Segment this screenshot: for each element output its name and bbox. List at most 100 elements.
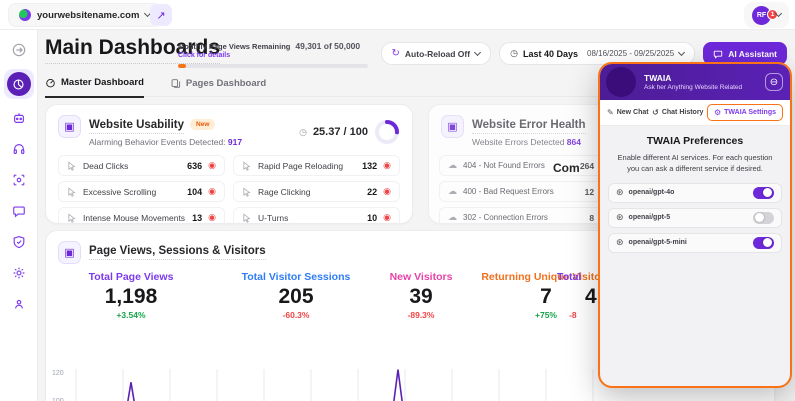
avatar: RF 1 <box>752 6 771 25</box>
sidebar-item-bot[interactable] <box>7 106 31 130</box>
error-row[interactable]: ☁302 - Connection Errors8◉ <box>439 207 617 228</box>
quota-label: Monthly Page Views Remaining <box>178 42 290 51</box>
twaia-tab-chat-history[interactable]: ↺Chat History <box>652 108 703 117</box>
cursor-icon <box>242 161 252 171</box>
dashboard-page: yourwebsitename.com ↗ RF 1 Main Dashboar… <box>0 0 795 401</box>
y-tick-120: 120 <box>52 370 64 377</box>
website-usability-card: ▣ Website UsabilityNew Alarming Behavior… <box>45 104 413 224</box>
metric-row[interactable]: Rage Clicking22◉ <box>233 181 400 202</box>
dashboard-pie-icon <box>12 78 25 91</box>
ai-service-row[interactable]: ⊛ openai/gpt-4o <box>608 183 782 203</box>
open-site-button[interactable]: ↗ <box>150 4 172 26</box>
chat-bubble-icon <box>12 204 26 218</box>
circle-minus-icon: ⊖ <box>770 77 778 88</box>
twaia-header: TWAIA Ask her Anything Website Related ⊖ <box>600 64 790 100</box>
focus-eye-icon <box>12 173 26 187</box>
shield-check-icon <box>12 235 26 249</box>
gear-icon <box>12 266 26 280</box>
gear-icon: ⚙ <box>714 108 721 117</box>
metric-row[interactable]: Intense Mouse Movements13◉ <box>58 207 225 228</box>
error-row[interactable]: ☁400 - Bad Request Errors12◉ <box>439 181 617 202</box>
tab-master-dashboard[interactable]: Master Dashboard <box>45 77 144 98</box>
headset-icon <box>12 142 26 156</box>
new-badge: New <box>190 119 215 130</box>
error-card-icon: ▣ <box>441 115 464 138</box>
metric-row[interactable]: Rapid Page Reloading132◉ <box>233 155 400 176</box>
metric-row[interactable]: Dead Clicks636◉ <box>58 155 225 176</box>
twaia-title: TWAIA <box>644 73 742 83</box>
twaia-preferences-heading: TWAIA Preferences <box>600 135 790 147</box>
service-toggle[interactable] <box>753 212 774 224</box>
cursor-icon <box>67 213 77 223</box>
chevron-down-icon <box>678 48 685 55</box>
sidebar-item-focus[interactable] <box>7 168 31 192</box>
sidebar-item-chat[interactable] <box>7 199 31 223</box>
sidebar-item-location[interactable] <box>7 292 31 316</box>
usability-card-subtitle: Alarming Behavior Events Detected: 917 <box>89 137 242 147</box>
chevron-down-icon <box>474 48 481 55</box>
site-selector[interactable]: yourwebsitename.com <box>8 3 161 27</box>
gauge-mini-icon: ◷ <box>299 127 307 138</box>
twaia-tabs: ✎New Chat ↺Chat History ⚙TWAIA Settings <box>600 100 790 126</box>
service-toggle[interactable] <box>753 187 774 199</box>
pageviews-quota: Monthly Page Views Remaining 49,301 of 5… <box>178 41 373 68</box>
openai-logo-icon: ⊛ <box>616 237 624 248</box>
cursor-icon <box>67 161 77 171</box>
ai-services-list: ⊛ openai/gpt-4o ⊛ openai/gpt-5 ⊛ openai/… <box>600 183 790 253</box>
score-ring <box>374 119 400 145</box>
cursor-icon <box>67 187 77 197</box>
alert-dot-icon: ◉ <box>208 187 216 196</box>
minimize-button[interactable]: ⊖ <box>765 73 783 91</box>
user-menu[interactable]: RF 1 <box>744 2 789 28</box>
sidebar-item-dashboards[interactable] <box>4 69 34 99</box>
twaia-assistant-panel: TWAIA Ask her Anything Website Related ⊖… <box>598 62 792 388</box>
page-views-series-line <box>46 370 606 401</box>
sidebar-collapse-button[interactable] <box>7 38 31 62</box>
stat-total-page-views: Total Page Views 1,198 +3.54% <box>56 271 206 320</box>
error-card-title: Website Error Health <box>472 119 586 134</box>
pageviews-line-chart[interactable]: 120 100 <box>46 331 606 401</box>
service-toggle[interactable] <box>753 237 774 249</box>
cursor-icon <box>242 213 252 223</box>
metric-row[interactable]: Excessive Scrolling104◉ <box>58 181 225 202</box>
site-logo-icon <box>19 9 31 21</box>
sidebar-item-security[interactable] <box>7 230 31 254</box>
refresh-icon: ↻ <box>392 49 400 59</box>
error-card-subtitle: Website Errors Detected 864 <box>472 137 586 147</box>
external-link-icon: ↗ <box>156 9 165 22</box>
quota-progress-bar <box>178 64 368 68</box>
tab-pages-dashboard[interactable]: Pages Dashboard <box>170 77 266 98</box>
alert-dot-icon: ◉ <box>208 161 216 170</box>
usability-card-icon: ▣ <box>58 115 81 138</box>
auto-reload-select[interactable]: ↻ Auto-Reload Off <box>381 42 492 65</box>
sidebar-item-support[interactable] <box>7 137 31 161</box>
ai-service-row[interactable]: ⊛ openai/gpt-5-mini <box>608 233 782 253</box>
alert-dot-icon: ◉ <box>383 187 391 196</box>
usability-metrics: Dead Clicks636◉ Rapid Page Reloading132◉… <box>46 147 412 228</box>
quota-details-link[interactable]: Click for details <box>178 52 373 59</box>
twaia-tab-new-chat[interactable]: ✎New Chat <box>607 108 649 117</box>
chart-gridlines <box>76 369 593 401</box>
pageviews-card-icon: ▣ <box>58 241 81 264</box>
pages-icon <box>170 78 181 89</box>
quota-value: 49,301 of 50,000 <box>295 41 360 51</box>
ai-service-row[interactable]: ⊛ openai/gpt-5 <box>608 208 782 228</box>
twaia-tab-settings[interactable]: ⚙TWAIA Settings <box>707 104 783 121</box>
robot-icon <box>12 111 26 125</box>
dashboard-tabs: Master Dashboard Pages Dashboard <box>45 77 266 98</box>
sidebar-item-settings[interactable] <box>7 261 31 285</box>
metric-row[interactable]: U-Turns10◉ <box>233 207 400 228</box>
twaia-avatar <box>606 67 636 97</box>
cloud-icon: ☁ <box>448 160 457 171</box>
topbar: yourwebsitename.com ↗ RF 1 <box>0 0 795 30</box>
openai-logo-icon: ⊛ <box>616 187 624 198</box>
cloud-icon: ☁ <box>448 186 457 197</box>
quota-progress-fill <box>178 64 186 68</box>
pageviews-card-title: Page Views, Sessions & Visitors <box>89 245 266 260</box>
history-icon: ↺ <box>652 108 659 117</box>
twaia-description: Enable different AI services. For each q… <box>600 152 790 175</box>
alert-dot-icon: ◉ <box>208 213 216 222</box>
partially-hidden-heading: Com <box>553 161 580 175</box>
pencil-icon: ✎ <box>607 108 614 117</box>
error-row[interactable]: ☁404 - Not Found Errors264◉ <box>439 155 617 176</box>
